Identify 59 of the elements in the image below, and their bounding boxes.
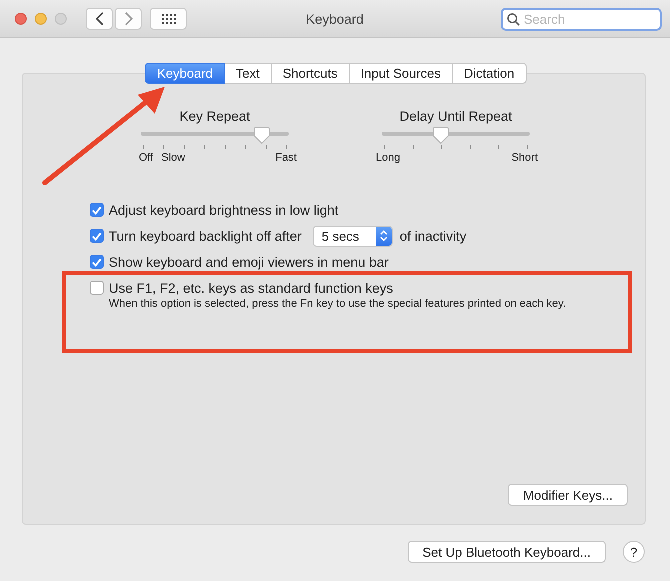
back-button[interactable] (86, 8, 113, 30)
chevron-left-icon (96, 12, 104, 26)
zoom-button[interactable] (55, 12, 67, 24)
tick-mark (163, 145, 164, 149)
tick-mark (441, 145, 442, 149)
slider-label: Off (139, 152, 154, 164)
slider-label: Fast (276, 152, 297, 164)
minimize-button[interactable] (35, 12, 47, 24)
option-description: When this option is selected, press the Fn key to use the special features printed on each key. (109, 298, 568, 310)
tick-mark (266, 145, 267, 149)
close-button[interactable] (15, 12, 27, 24)
search-field[interactable]: Search (501, 8, 662, 31)
checkbox-label: Show keyboard and emoji viewers in menu bar (109, 254, 389, 270)
tick-mark (412, 145, 414, 149)
grid-icon (162, 14, 176, 24)
dropdown[interactable]: 5 secs (312, 226, 393, 246)
tick-mark (204, 145, 206, 149)
tick-mark (498, 145, 500, 149)
tick-mark (245, 145, 246, 149)
slider-label: Slow (161, 152, 186, 164)
slider-title: Key Repeat (178, 109, 252, 126)
checkbox[interactable] (90, 203, 104, 217)
modifier-keys-button[interactable]: Modifier Keys... (508, 484, 628, 506)
help-button[interactable]: ? (623, 541, 645, 563)
tab[interactable]: Input Sources (350, 63, 454, 84)
up-down-arrows-icon (380, 230, 388, 242)
slider-thumb[interactable] (432, 127, 450, 145)
chevron-right-icon (124, 12, 132, 26)
tab[interactable]: Keyboard (145, 63, 226, 84)
tick-mark (224, 145, 226, 149)
tick-mark (143, 145, 144, 149)
bluetooth-setup-button[interactable]: Set Up Bluetooth Keyboard... (408, 541, 606, 563)
tick-mark (184, 145, 185, 149)
slider-label: Long (376, 152, 400, 164)
tab[interactable]: Dictation (453, 63, 527, 84)
checkbox-label: of inactivity (400, 228, 467, 244)
tick-mark (286, 145, 287, 149)
slider-thumb[interactable] (253, 127, 272, 145)
tick-mark (526, 145, 528, 149)
search-icon (507, 13, 520, 26)
tick-mark (384, 145, 385, 149)
slider-track[interactable] (141, 127, 289, 145)
checkmark-icon (92, 206, 102, 214)
tab[interactable]: Text (225, 63, 272, 84)
checkbox[interactable] (90, 229, 104, 243)
tab[interactable]: Shortcuts (272, 63, 350, 84)
checkbox-label: Turn keyboard backlight off after (109, 228, 302, 244)
checkbox[interactable] (90, 255, 104, 269)
show-all-button[interactable] (150, 8, 187, 30)
checkbox-label: Adjust keyboard brightness in low light (109, 202, 339, 218)
window-title: Keyboard (306, 12, 364, 27)
checkbox-label: Use F1, F2, etc. keys as standard function keys (109, 280, 394, 296)
checkmark-icon (92, 258, 102, 266)
tick-mark (470, 145, 471, 149)
checkbox[interactable] (90, 281, 104, 295)
slider-label: Short (512, 152, 538, 164)
slider-track[interactable] (382, 127, 530, 145)
slider-title: Delay Until Repeat (398, 109, 514, 126)
checkmark-icon (92, 232, 102, 240)
